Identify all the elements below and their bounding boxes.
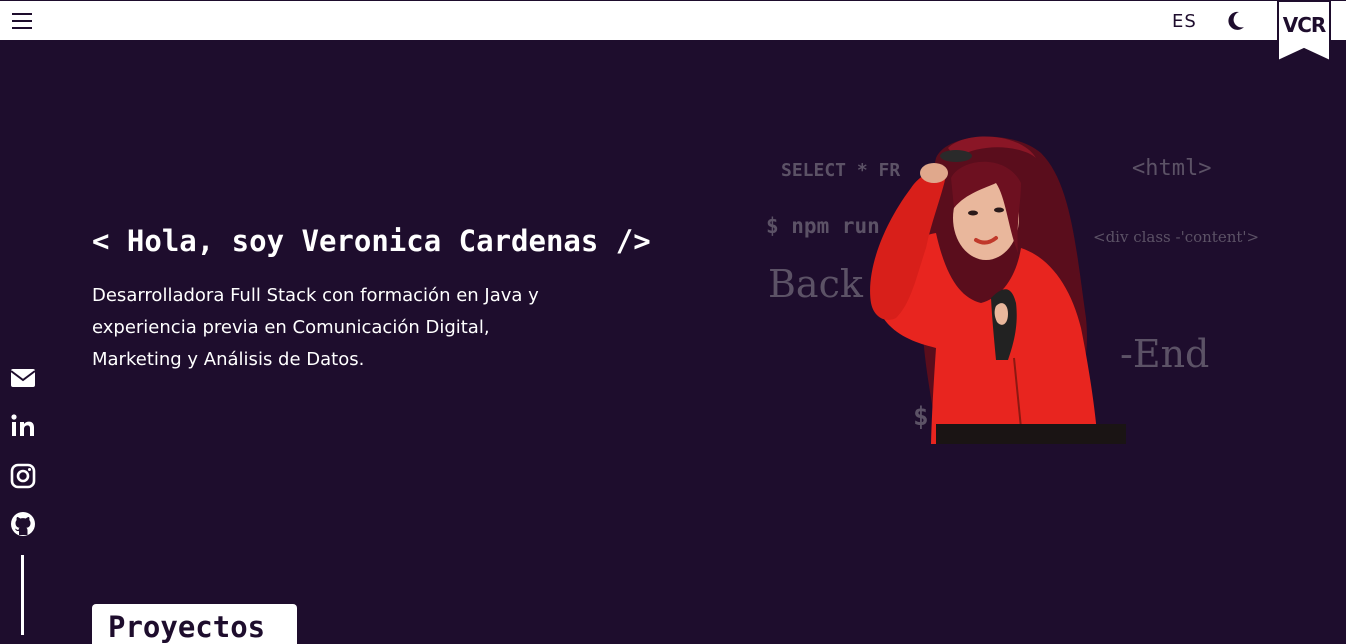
code-word-html: <html>: [1132, 156, 1212, 181]
linkedin-icon[interactable]: [10, 413, 36, 439]
moon-icon[interactable]: [1226, 10, 1246, 32]
logo-text: VCR: [1282, 13, 1327, 37]
hamburger-menu-icon[interactable]: [12, 12, 32, 30]
github-icon[interactable]: [10, 511, 36, 537]
hero-description: Desarrolladora Full Stack con formación …: [92, 285, 539, 370]
top-navbar: ES VCR: [0, 0, 1346, 63]
profile-portrait: [870, 136, 1126, 444]
projects-section-title: Proyectos: [108, 610, 266, 644]
social-rail-line: [21, 555, 24, 635]
projects-section-tab[interactable]: Proyectos: [92, 604, 297, 644]
language-toggle[interactable]: ES: [1172, 11, 1197, 32]
instagram-icon[interactable]: [10, 463, 36, 489]
envelope-icon[interactable]: [10, 365, 36, 391]
logo-badge[interactable]: VCR: [1277, 0, 1331, 63]
hero-title: < Hola, soy Veronica Cardenas />: [92, 224, 651, 258]
